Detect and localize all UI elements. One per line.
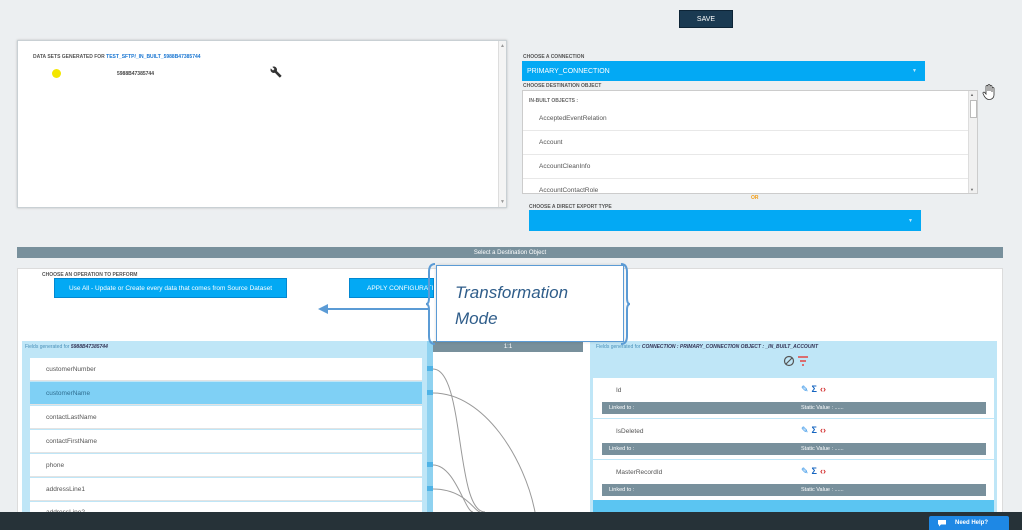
callout-text: Transformation Mode [455,280,568,332]
code-icon[interactable]: ‹› [820,384,826,394]
source-fields-panel: Fields generated for 5988B47385744 custo… [22,341,433,517]
need-help-label: Need Help? [955,520,989,526]
pencil-icon[interactable]: ✎ [801,425,809,435]
callout-line-1: Transformation [455,283,569,302]
datasets-title-name: TEST_SFTP/_IN_BUILT_5988B47385744 [106,54,201,60]
chevron-down-icon: ▼ [912,68,917,74]
ban-icon[interactable] [783,355,795,367]
scroll-down-icon[interactable]: ▼ [500,199,505,205]
connection-label: CHOOSE A CONNECTION [523,54,585,60]
handle-icon[interactable] [427,366,433,371]
static-value-label[interactable]: Static Value : ...... [801,405,844,411]
export-type-select[interactable]: ▼ [529,210,921,231]
dataset-id: 5988B47385744 [117,71,154,77]
connection-select[interactable]: PRIMARY_CONNECTION ▼ [522,61,925,81]
chevron-down-icon: ▼ [908,218,913,224]
destination-object-list[interactable]: IN-BUILT OBJECTS : AcceptedEventRelation… [522,90,978,194]
destination-fields-title-name: CONNECTION : PRIMARY_CONNECTION OBJECT :… [641,344,819,350]
source-fields-title-prefix: Fields generated for [25,344,70,350]
sigma-icon[interactable]: Σ [812,425,817,435]
code-icon[interactable]: ‹› [820,466,826,476]
handle-icon[interactable] [427,462,433,467]
toolbar-icons [783,355,808,367]
hand-cursor-icon [982,84,995,100]
linked-label: Linked to : [609,405,635,411]
destination-fields-panel: Fields generated for CONNECTION : PRIMAR… [590,341,997,517]
table-row[interactable]: contactFirstName [30,430,422,453]
save-button[interactable]: SAVE [679,10,733,28]
field-actions: ✎ Σ ‹› [801,384,826,395]
chat-icon [938,520,946,527]
scroll-down-icon[interactable]: ▼ [970,187,974,192]
left-brace-icon [425,263,436,345]
wrench-icon[interactable] [270,66,282,78]
sigma-icon[interactable]: Σ [812,466,817,476]
destination-field-row: MasterRecordId ✎ Σ ‹› Linked to : Static V… [593,460,994,500]
source-fields-title-name: 5988B47385744 [70,344,108,350]
scroll-up-icon[interactable]: ▲ [970,92,974,97]
pencil-icon[interactable]: ✎ [801,384,809,394]
filter-icon[interactable] [798,356,808,366]
destination-label: CHOOSE DESTINATION OBJECT [523,83,602,89]
field-actions: ✎ Σ ‹› [801,466,826,477]
field-name: Id [616,387,622,394]
table-row[interactable]: customerName [30,382,422,405]
source-fields-title: Fields generated for 5988B47385744 [25,344,108,350]
need-help-button[interactable]: Need Help? [929,516,1009,530]
scroll-thumb[interactable] [970,100,977,118]
mapping-ratio-bar: 1:1 [433,341,583,352]
apply-configuration-button[interactable]: APPLY CONFIGURATION [349,278,434,298]
field-actions: ✎ Σ ‹› [801,425,826,436]
list-item[interactable]: AcceptedEventRelation [523,107,968,131]
list-item[interactable]: AccountCleanInfo [523,155,968,179]
datasets-title: DATA SETS GENERATED FOR TEST_SFTP/_IN_BU… [33,54,201,60]
datasets-scrollbar[interactable]: ▲ ▼ [498,41,506,207]
linked-bar: Linked to : Static Value : ...... [602,484,986,496]
objects-scrollbar[interactable]: ▲ ▼ [968,91,977,193]
linked-label: Linked to : [609,446,635,452]
status-dot-icon [52,69,61,78]
arrow-left-icon [318,304,428,314]
field-name: MasterRecordId [616,469,663,476]
select-destination-bar: Select a Destination Object [17,247,1003,258]
table-row[interactable]: customerNumber [30,358,422,381]
pencil-icon[interactable]: ✎ [801,466,809,476]
scroll-up-icon[interactable]: ▲ [500,43,505,49]
objects-group-label: IN-BUILT OBJECTS : [529,98,579,104]
transformation-mode-callout: Transformation Mode [436,265,624,342]
linked-bar: Linked to : Static Value : ...... [602,402,986,414]
destination-field-row: Id ✎ Σ ‹› Linked to : Static Value : .....… [593,378,994,418]
static-value-label[interactable]: Static Value : ...... [801,446,844,452]
table-row[interactable]: addressLine1 [30,478,422,501]
destination-field-row: IsDeleted ✎ Σ ‹› Linked to : Static Value … [593,419,994,459]
sigma-icon[interactable]: Σ [812,384,817,394]
handle-icon[interactable] [427,390,433,395]
table-row[interactable]: phone [30,454,422,477]
list-item[interactable]: AccountContactRole [523,179,968,193]
connection-value: PRIMARY_CONNECTION [527,67,610,75]
or-separator: OR [751,195,759,201]
mapping-lines [427,366,536,512]
datasets-panel: DATA SETS GENERATED FOR TEST_SFTP/_IN_BU… [17,40,507,208]
use-all-button[interactable]: Use All - Update or Create every data th… [54,278,287,298]
code-icon[interactable]: ‹› [820,425,826,435]
datasets-title-prefix: DATA SETS GENERATED FOR [33,54,105,60]
callout-line-2: Mode [455,309,498,328]
field-name: IsDeleted [616,428,644,435]
list-item[interactable]: Account [523,131,968,155]
table-row[interactable]: contactLastName [30,406,422,429]
right-brace-icon [620,263,631,345]
handle-icon[interactable] [427,486,433,491]
linked-bar: Linked to : Static Value : ...... [602,443,986,455]
static-value-label[interactable]: Static Value : ...... [801,487,844,493]
linked-label: Linked to : [609,487,635,493]
bottom-bar [0,512,1022,530]
